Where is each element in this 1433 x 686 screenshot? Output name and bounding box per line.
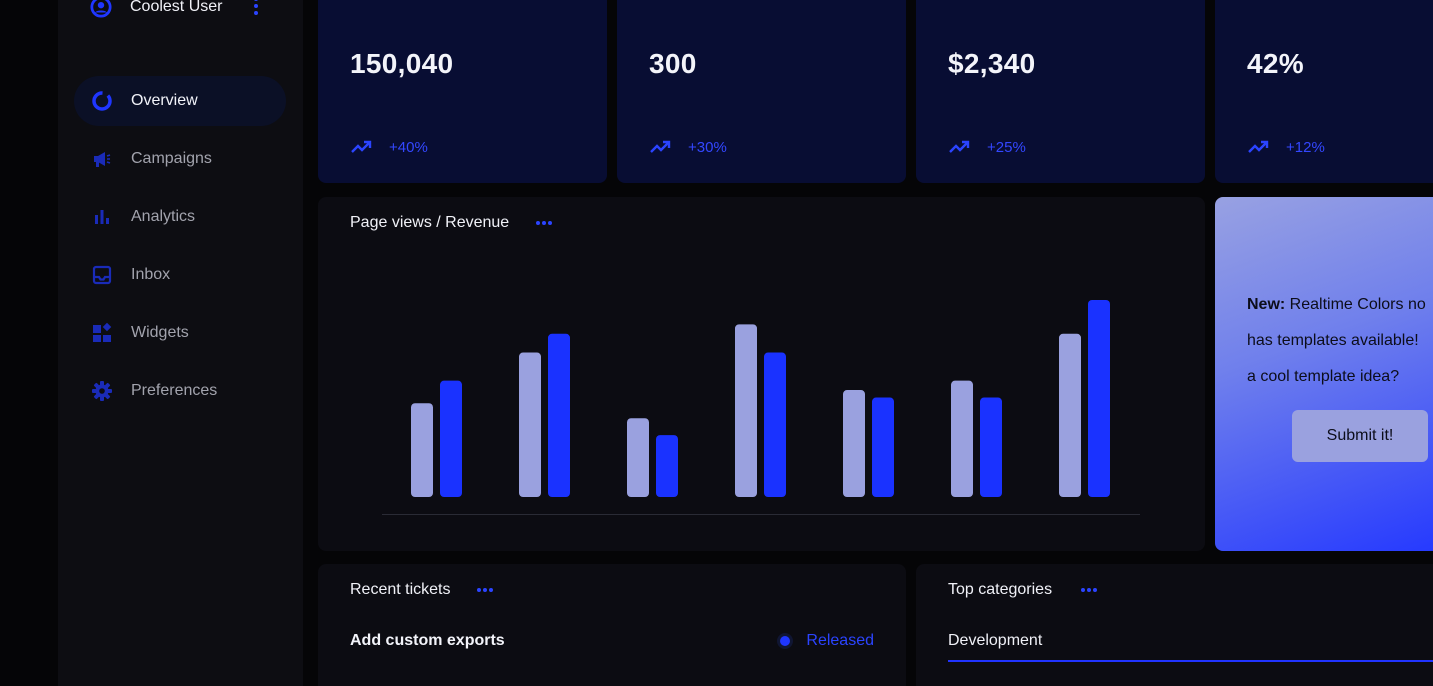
stat-value: 150,040 — [350, 48, 454, 79]
stat-card: 300 +30% — [617, 0, 906, 183]
stat-value: 42% — [1247, 48, 1304, 79]
promo-line: a cool template idea? — [1247, 368, 1400, 385]
user-name: Coolest User — [130, 0, 223, 15]
status-badge: Released — [780, 632, 874, 650]
promo-bold: New: — [1247, 296, 1286, 313]
stat-card: 150,040 +40% — [318, 0, 607, 183]
recent-tickets-card: Recent tickets Add custom exports Releas… — [318, 564, 906, 686]
trending-up-icon — [650, 140, 671, 153]
tickets-title: Recent tickets — [350, 581, 451, 598]
bar-series-1 — [843, 390, 865, 497]
bar-series-2 — [548, 333, 570, 497]
categories-title: Top categories — [948, 581, 1053, 598]
bar-series-2 — [872, 397, 894, 497]
bar-series-1 — [1059, 333, 1081, 497]
sidebar-item-widgets[interactable]: Widgets — [74, 308, 286, 358]
stat-change: +30% — [688, 138, 727, 156]
sidebar-item-label: Preferences — [131, 382, 218, 399]
overview-icon — [91, 90, 113, 112]
sidebar-item-analytics[interactable]: Analytics — [74, 192, 286, 242]
sidebar-item-label: Overview — [131, 92, 198, 109]
bar-series-2 — [440, 380, 462, 497]
stat-change: +12% — [1286, 138, 1325, 156]
submit-button[interactable]: Submit it! — [1292, 410, 1428, 462]
promo-line: Realtime Colors no — [1285, 296, 1426, 313]
stat-trend: +12% — [1247, 136, 1325, 158]
sidebar-item-label: Campaigns — [131, 150, 212, 167]
stat-trend: +40% — [350, 136, 428, 158]
active-tab-indicator — [948, 660, 1433, 662]
status-dot-icon — [780, 636, 791, 646]
promo-text: New: Realtime Colors no has templates av… — [1247, 287, 1433, 395]
promo-line: has templates available! — [1247, 332, 1419, 349]
stat-change: +40% — [389, 138, 428, 156]
bar-series-1 — [411, 403, 433, 497]
user-menu-icon[interactable] — [253, 0, 259, 18]
sidebar-item-overview[interactable]: Overview — [74, 76, 286, 126]
categories-menu-icon[interactable] — [1080, 587, 1098, 593]
trending-up-icon — [949, 140, 970, 153]
table-row[interactable]: Add custom exports Released — [350, 632, 874, 650]
stat-value: $2,340 — [948, 48, 1036, 79]
stat-value: 300 — [649, 48, 697, 79]
bar-series-1 — [951, 380, 973, 497]
sidebar-item-label: Widgets — [131, 324, 189, 341]
bar-series-2 — [980, 397, 1002, 497]
bar-series-2 — [656, 435, 678, 497]
bar-series-1 — [627, 418, 649, 497]
tickets-menu-icon[interactable] — [476, 587, 494, 593]
tab-development[interactable]: Development — [948, 632, 1042, 650]
bar-series-2 — [764, 352, 786, 497]
promo-card: New: Realtime Colors no has templates av… — [1215, 197, 1433, 551]
sidebar-item-label: Analytics — [131, 208, 196, 225]
bar-series-1 — [735, 324, 757, 497]
sidebar-item-label: Inbox — [131, 266, 171, 283]
bar-series-2 — [1088, 300, 1110, 497]
user-profile[interactable]: Coolest User — [90, 0, 270, 22]
trending-up-icon — [351, 140, 372, 153]
megaphone-icon — [91, 148, 113, 170]
bar-chart-icon — [91, 206, 113, 228]
inbox-icon — [91, 264, 113, 286]
sidebar-item-campaigns[interactable]: Campaigns — [74, 134, 286, 184]
stat-card: $2,340 +25% — [916, 0, 1205, 183]
stat-trend: +25% — [948, 136, 1026, 158]
gear-icon — [91, 380, 113, 402]
user-avatar-icon — [90, 0, 112, 18]
status-label: Released — [806, 632, 874, 649]
sidebar: Coolest User Overview Campaigns Analytic… — [58, 0, 303, 686]
widgets-icon — [91, 322, 113, 344]
bar-chart — [382, 300, 1140, 515]
top-categories-card: Top categories Development — [916, 564, 1433, 686]
stat-change: +25% — [987, 138, 1026, 156]
bar-series-1 — [519, 352, 541, 497]
ticket-title: Add custom exports — [350, 632, 505, 649]
chart-card: Page views / Revenue — [318, 197, 1205, 551]
stat-card: 42% +12% — [1215, 0, 1433, 183]
stat-trend: +30% — [649, 136, 727, 158]
trending-up-icon — [1248, 140, 1269, 153]
sidebar-item-inbox[interactable]: Inbox — [74, 250, 286, 300]
sidebar-item-preferences[interactable]: Preferences — [74, 366, 286, 416]
